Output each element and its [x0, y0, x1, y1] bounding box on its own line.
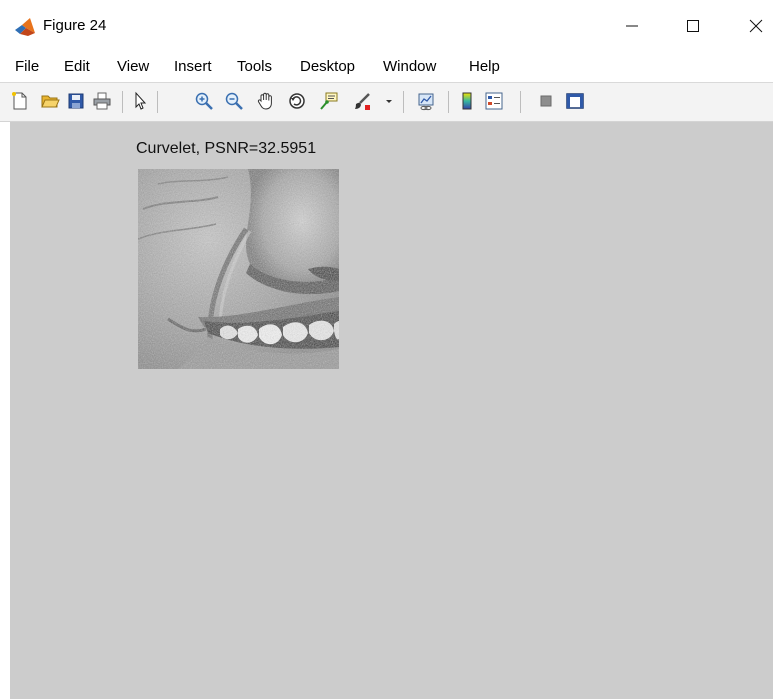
legend-icon: [485, 92, 503, 110]
toolbar-separator: [122, 91, 123, 113]
insert-colorbar-button[interactable]: [455, 89, 479, 113]
minimize-button[interactable]: [612, 10, 652, 42]
data-cursor-icon: [320, 92, 338, 110]
figure-toolbar: [0, 83, 773, 122]
edit-plot-button[interactable]: [128, 89, 152, 113]
link-plot-icon: [418, 93, 434, 111]
menu-insert[interactable]: Insert: [174, 58, 212, 75]
chevron-down-icon: [386, 100, 392, 103]
window-border: [0, 122, 10, 699]
close-icon: [749, 19, 763, 33]
pan-icon: [257, 92, 272, 110]
menu-bar: File Edit View Insert Tools Desktop Wind…: [0, 52, 773, 83]
insert-legend-button[interactable]: [482, 89, 506, 113]
toolbar-separator: [157, 91, 158, 113]
figure-canvas: [10, 122, 773, 699]
menu-help[interactable]: Help: [469, 58, 500, 75]
title-bar: Figure 24: [0, 0, 773, 52]
zoom-out-button[interactable]: [222, 89, 246, 113]
menu-desktop[interactable]: Desktop: [300, 58, 355, 75]
save-button[interactable]: [64, 89, 88, 113]
save-icon: [68, 93, 84, 109]
open-file-icon: [41, 95, 60, 108]
show-plot-tools-icon: [566, 93, 584, 109]
toolbar-separator: [520, 91, 521, 113]
hide-plot-tools-icon: [540, 95, 552, 107]
image-axes[interactable]: [138, 169, 339, 369]
show-plot-tools-button[interactable]: [563, 89, 587, 113]
brush-dropdown-button[interactable]: [383, 89, 395, 113]
new-figure-button[interactable]: [8, 89, 32, 113]
open-file-button[interactable]: [38, 89, 62, 113]
maximize-button[interactable]: [673, 10, 713, 42]
new-figure-icon: [12, 92, 27, 110]
toolbar-separator: [403, 91, 404, 113]
window-title: Figure 24: [43, 17, 107, 34]
rotate-3d-icon: [289, 93, 305, 109]
print-icon: [93, 92, 111, 110]
brush-icon: [355, 93, 370, 110]
brush-button[interactable]: [350, 89, 374, 113]
close-button[interactable]: [736, 10, 773, 42]
print-button[interactable]: [90, 89, 114, 113]
matlab-logo-icon: [15, 18, 35, 36]
link-plot-button[interactable]: [414, 89, 438, 113]
toolbar-separator: [448, 91, 449, 113]
face-image: [138, 169, 339, 369]
axes-title: Curvelet, PSNR=32.5951: [136, 140, 317, 157]
figure-window: Figure 24 File Edit View Insert Tools De…: [0, 0, 773, 699]
menu-view[interactable]: View: [117, 58, 149, 75]
zoom-in-button[interactable]: [192, 89, 216, 113]
menu-edit[interactable]: Edit: [64, 58, 90, 75]
menu-tools[interactable]: Tools: [237, 58, 272, 75]
menu-window[interactable]: Window: [383, 58, 436, 75]
data-cursor-button[interactable]: [317, 89, 341, 113]
hide-plot-tools-button[interactable]: [534, 89, 558, 113]
zoom-out-icon: [225, 92, 243, 110]
pan-button[interactable]: [254, 89, 278, 113]
colorbar-icon: [462, 92, 472, 110]
maximize-icon: [687, 20, 699, 32]
minimize-icon: [626, 25, 638, 27]
zoom-in-icon: [195, 92, 213, 110]
rotate-3d-button[interactable]: [285, 89, 309, 113]
menu-file[interactable]: File: [15, 58, 39, 75]
pointer-icon: [135, 91, 147, 110]
